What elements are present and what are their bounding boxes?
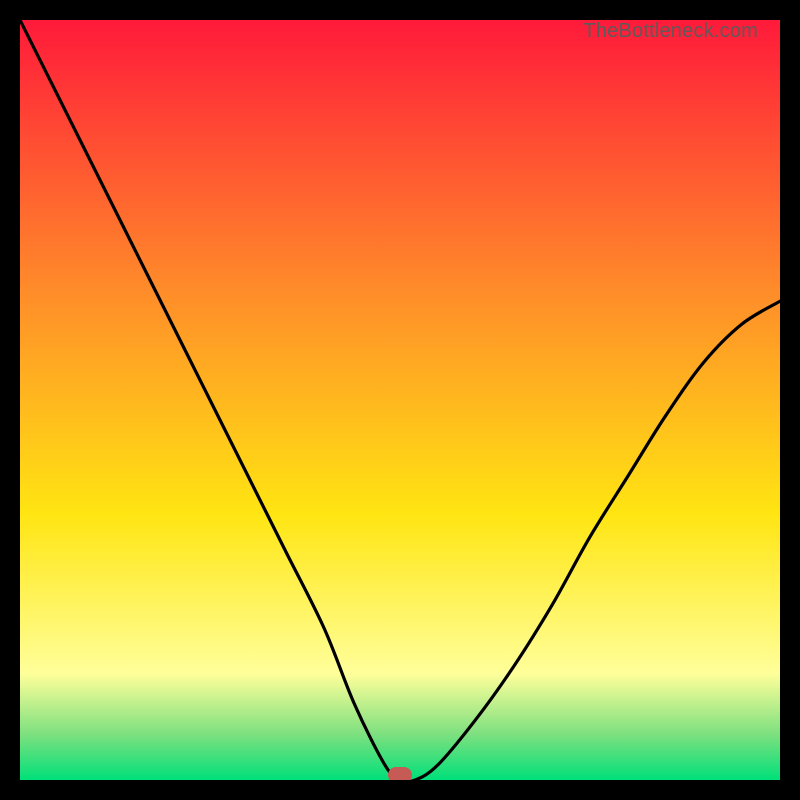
chart-frame: TheBottleneck.com xyxy=(0,0,800,800)
bottleneck-curve xyxy=(20,20,780,780)
plot-area: TheBottleneck.com xyxy=(20,20,780,780)
watermark-text: TheBottleneck.com xyxy=(583,20,758,43)
bottleneck-marker xyxy=(388,767,412,780)
